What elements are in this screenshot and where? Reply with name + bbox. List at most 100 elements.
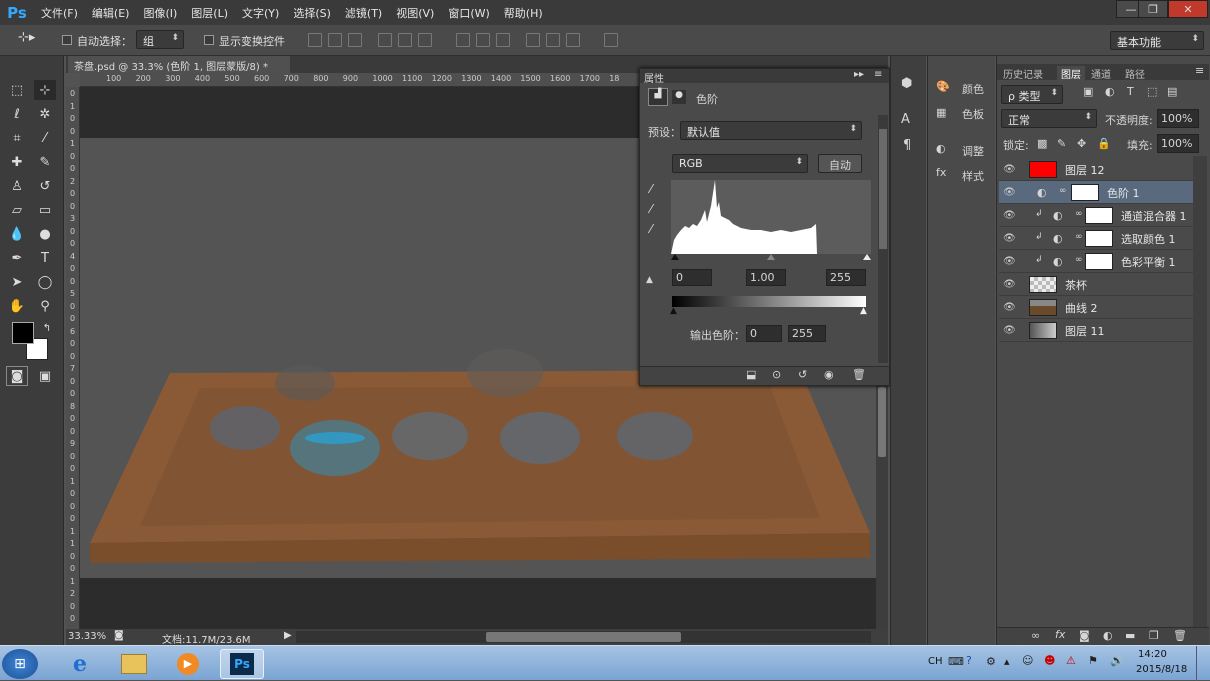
mask-icon[interactable]: ● <box>672 90 686 104</box>
view-previous-icon[interactable]: ⊙ <box>772 368 781 381</box>
output-black-field[interactable]: 0 <box>746 325 782 342</box>
levels-icon[interactable]: ▟ <box>648 88 668 106</box>
eye-icon[interactable]: 👁 <box>1003 210 1017 221</box>
new-adjustment-icon[interactable]: ◐ <box>1103 629 1113 642</box>
eye-icon[interactable]: 👁 <box>1003 187 1017 198</box>
show-hidden-icon[interactable]: ▴ <box>1004 655 1010 668</box>
media-player-icon[interactable]: ▶ <box>166 649 210 679</box>
align-left-icon[interactable] <box>378 33 392 47</box>
qq-alert-icon[interactable]: ☻ <box>1044 654 1055 667</box>
clock-date[interactable]: 2015/8/18 <box>1136 664 1187 675</box>
start-button[interactable]: ⊞ <box>2 649 38 679</box>
layer-row[interactable]: 👁 ↲ ◐ ∞ 色彩平衡 1 <box>999 250 1193 273</box>
fill-field[interactable]: 100% <box>1157 134 1199 153</box>
output-white-field[interactable]: 255 <box>788 325 826 342</box>
delete-layer-icon[interactable]: 🗑 <box>1173 629 1187 642</box>
add-mask-icon[interactable]: ◙ <box>1079 629 1090 642</box>
lock-all-icon[interactable]: 🔒 <box>1097 137 1111 150</box>
tab-paths[interactable]: 路径 <box>1125 66 1145 81</box>
distribute-hcenter-icon[interactable] <box>546 33 560 47</box>
layer-row[interactable]: 👁 图层 11 <box>999 319 1193 342</box>
output-black-slider[interactable]: ▲ <box>670 306 677 316</box>
eye-icon[interactable]: 👁 <box>1003 325 1017 336</box>
opacity-field[interactable]: 100% <box>1157 109 1199 128</box>
filter-type-icon[interactable]: T <box>1127 85 1134 98</box>
channel-dropdown[interactable]: RGB <box>672 154 808 173</box>
eye-icon[interactable]: 👁 <box>1003 164 1017 175</box>
menu-type[interactable]: 文字(Y) <box>235 0 286 25</box>
styles-panel-icon[interactable]: fx <box>936 166 946 179</box>
menu-layer[interactable]: 图层(L) <box>184 0 235 25</box>
add-style-icon[interactable]: fx <box>1055 628 1065 641</box>
type-tool-icon[interactable]: T <box>34 248 56 268</box>
layer-filter-dropdown[interactable]: ρ 类型 <box>1001 85 1063 104</box>
horizontal-scrollbar[interactable] <box>296 631 871 643</box>
eye-icon[interactable]: 👁 <box>1003 233 1017 244</box>
layer-row-selected[interactable]: 👁 ◐ ∞ 色阶 1 <box>999 181 1193 204</box>
clipping-warning-icon[interactable]: ▲ <box>646 275 653 285</box>
auto-select-checkbox[interactable] <box>62 35 72 45</box>
marquee-tool-icon[interactable]: ⬚ <box>6 80 28 100</box>
input-gamma-field[interactable]: 1.00 <box>746 269 786 286</box>
show-transform-checkbox[interactable] <box>204 35 214 45</box>
history-brush-icon[interactable]: ↺ <box>34 176 56 196</box>
distribute-bottom-icon[interactable] <box>496 33 510 47</box>
distribute-top-icon[interactable] <box>456 33 470 47</box>
lock-position-icon[interactable]: ✥ <box>1077 137 1086 150</box>
blend-mode-dropdown[interactable]: 正常 <box>1001 109 1097 128</box>
layer-row[interactable]: 👁 图层 12 <box>999 158 1193 181</box>
layer-mask-thumbnail[interactable] <box>1071 184 1099 201</box>
auto-select-dropdown[interactable]: 组 <box>136 30 184 49</box>
brush-tool-icon[interactable]: ✎ <box>34 152 56 172</box>
align-hcenter-icon[interactable] <box>398 33 412 47</box>
input-black-field[interactable]: 0 <box>672 269 712 286</box>
status-options-icon[interactable]: ◙ <box>114 630 124 641</box>
menu-view[interactable]: 视图(V) <box>389 0 441 25</box>
ie-icon[interactable]: e <box>58 649 102 679</box>
layer-row[interactable]: 👁 ↲ ◐ ∞ 选取颜色 1 <box>999 227 1193 250</box>
eyedropper-tool-icon[interactable]: ⁄ <box>34 128 56 148</box>
swatches-panel-label[interactable]: 色板 <box>962 106 984 122</box>
eye-icon[interactable]: 👁 <box>1003 302 1017 313</box>
delete-icon[interactable]: 🗑 <box>852 368 866 381</box>
dodge-tool-icon[interactable]: ● <box>34 224 56 244</box>
language-indicator[interactable]: CH <box>928 656 943 667</box>
menu-file[interactable]: 文件(F) <box>34 0 85 25</box>
tab-channels[interactable]: 通道 <box>1091 66 1111 81</box>
layers-scrollbar[interactable] <box>1193 156 1207 630</box>
layer-mask-thumbnail[interactable] <box>1085 207 1113 224</box>
adjustments-panel-icon[interactable]: ◐ <box>936 142 946 155</box>
zoom-level[interactable]: 33.33% <box>68 631 106 642</box>
eye-icon[interactable]: 👁 <box>1003 256 1017 267</box>
healing-brush-icon[interactable]: ✚ <box>6 152 28 172</box>
3d-icon[interactable]: ⬢ <box>901 76 912 91</box>
menu-edit[interactable]: 编辑(E) <box>85 0 137 25</box>
keyboard-icon[interactable]: ⌨ <box>948 655 964 668</box>
white-eyedropper-icon[interactable]: ⁄ <box>650 222 652 236</box>
collapse-icon[interactable]: ▸▸ <box>854 69 864 80</box>
color-panel-icon[interactable]: 🎨 <box>936 80 950 93</box>
document-tab[interactable]: 茶盘.psd @ 33.3% (色阶 1, 图层蒙版/8) * × <box>68 56 290 84</box>
workspace-dropdown[interactable]: 基本功能 <box>1110 31 1204 50</box>
new-layer-icon[interactable]: ❐ <box>1149 629 1159 642</box>
layers-menu-icon[interactable]: ≡ <box>1195 64 1204 77</box>
adjustments-panel-label[interactable]: 调整 <box>962 143 984 159</box>
move-tool-preset-icon[interactable]: ⊹▸ <box>18 30 35 45</box>
close-button[interactable]: ✕ <box>1168 0 1208 18</box>
visibility-icon[interactable]: ◉ <box>824 368 834 381</box>
layer-mask-thumbnail[interactable] <box>1085 253 1113 270</box>
preset-dropdown[interactable]: 默认值 <box>680 121 862 140</box>
hand-tool-icon[interactable]: ✋ <box>6 296 28 316</box>
ellipse-tool-icon[interactable]: ◯ <box>34 272 56 292</box>
reset-icon[interactable]: ↺ <box>798 368 807 381</box>
network-alert-icon[interactable]: ⚠ <box>1066 654 1076 667</box>
styles-panel-label[interactable]: 样式 <box>962 168 984 184</box>
layer-row[interactable]: 👁 曲线 2 <box>999 296 1193 319</box>
foreground-color-swatch[interactable] <box>12 322 34 344</box>
volume-icon[interactable]: 🔊 <box>1110 654 1124 667</box>
tab-layers[interactable]: 图层 <box>1057 66 1085 81</box>
tab-history[interactable]: 历史记录 <box>1003 66 1043 81</box>
menu-window[interactable]: 窗口(W) <box>441 0 496 25</box>
lasso-tool-icon[interactable]: ℓ <box>6 104 28 124</box>
screen-mode-icon[interactable]: ▣ <box>34 366 56 386</box>
